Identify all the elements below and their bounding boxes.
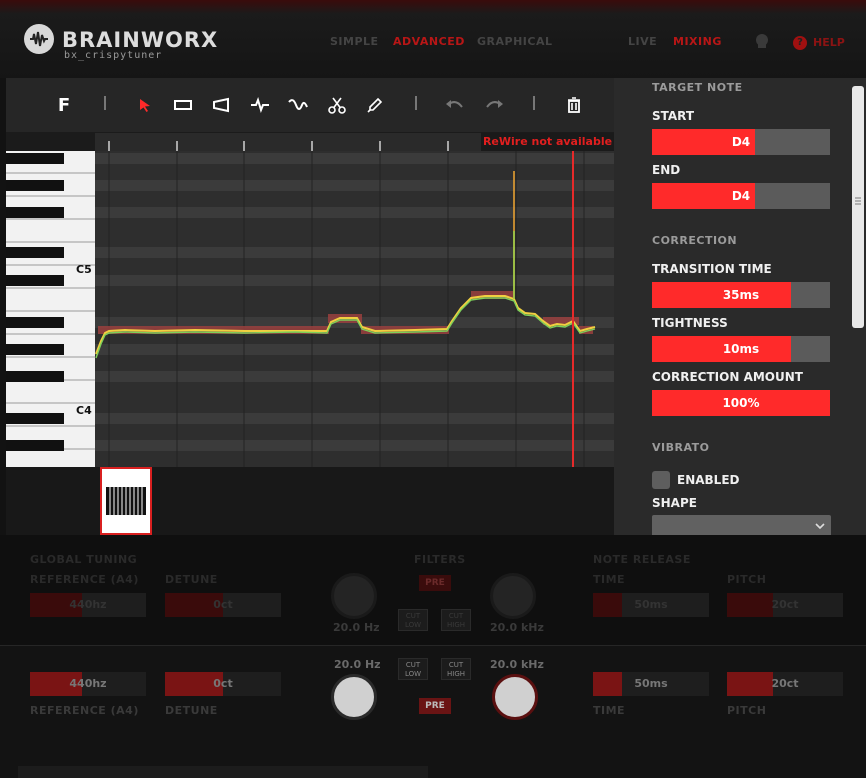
rectangle-icon[interactable] (170, 92, 196, 118)
reflect-detune-field: 0ct (165, 672, 281, 696)
target-note-title: TARGET NOTE (652, 81, 743, 94)
note-release-title: NOTE RELEASE (593, 553, 691, 566)
bottom-status-bar (18, 766, 428, 778)
reflect-reference-label: REFERENCE (A4) (30, 704, 139, 717)
play-mode-mixing-tab[interactable]: MIXING (673, 35, 722, 48)
toolbar-divider (415, 96, 417, 110)
release-time-field[interactable]: 50ms (593, 593, 709, 617)
pitch-curve-icon[interactable] (247, 92, 273, 118)
mode-simple-tab[interactable]: SIMPLE (330, 35, 379, 48)
reflect-pitch-label: PITCH (727, 704, 767, 717)
help-label[interactable]: HELP (813, 36, 845, 49)
cut-low-button[interactable]: CUT LOW (398, 609, 428, 631)
tightness-label: TIGHTNESS (652, 316, 728, 330)
piano-keyboard[interactable]: C5 C4 (6, 151, 95, 467)
reflect-time-label: TIME (593, 704, 626, 717)
mode-graphical-tab[interactable]: GRAPHICAL (477, 35, 552, 48)
end-label: END (652, 163, 681, 177)
vibrato-shape-select[interactable] (652, 515, 831, 537)
filters-title: FILTERS (414, 553, 466, 566)
start-note-value: D4 (731, 135, 751, 149)
reflect-high-cut-value: 20.0 kHz (490, 658, 544, 671)
time-label: TIME (593, 573, 626, 586)
pen-icon[interactable] (362, 92, 388, 118)
start-note-slider[interactable]: D4 (652, 129, 830, 155)
pitch-label: PITCH (727, 573, 767, 586)
app-header: BRAINWORX bx_crispytuner SIMPLE ADVANCED… (0, 0, 866, 78)
reflect-low-cut-knob (331, 674, 377, 720)
reflect-low-cut-value: 20.0 Hz (334, 658, 381, 671)
panel-scrollbar[interactable] (852, 86, 864, 328)
tightness-slider[interactable]: 10ms (652, 336, 830, 362)
high-cut-value: 20.0 kHz (490, 621, 544, 634)
vibrato-wave-icon[interactable] (285, 92, 311, 118)
pitch-editor: F ReWire not available C5 C4 (6, 78, 631, 535)
piano-label-c5: C5 (76, 263, 92, 276)
low-cut-value: 20.0 Hz (333, 621, 380, 634)
toolbar-divider (104, 96, 106, 110)
pitch-grid[interactable] (95, 151, 614, 467)
scissors-icon[interactable] (324, 92, 350, 118)
rewire-status: ReWire not available (481, 133, 614, 151)
redo-icon[interactable] (481, 92, 507, 118)
reflect-cut-high-button: CUT HIGH (441, 658, 471, 680)
editor-toolbar: F (6, 78, 614, 132)
follow-button[interactable]: F (51, 92, 77, 118)
reflect-release-time-field: 50ms (593, 672, 709, 696)
play-mode-live-tab[interactable]: LIVE (628, 35, 657, 48)
select-arrow-icon[interactable] (132, 92, 158, 118)
reflect-reference-field: 440hz (30, 672, 146, 696)
overview-viewport[interactable] (100, 467, 152, 535)
end-note-slider[interactable]: D4 (652, 183, 830, 209)
settings-dot-icon[interactable] (755, 33, 769, 49)
toolbar-divider (533, 96, 535, 110)
bottom-settings-dimmed: GLOBAL TUNING REFERENCE (A4) DETUNE 440h… (0, 535, 866, 778)
end-note-value: D4 (731, 189, 751, 203)
parameters-panel: TARGET NOTE START D4 END D4 CORRECTION T… (614, 78, 866, 537)
low-cut-knob[interactable] (331, 573, 377, 619)
overview-navigator[interactable] (6, 467, 614, 535)
vibrato-enabled-checkbox[interactable] (652, 471, 670, 489)
help-icon[interactable]: ? (793, 36, 807, 50)
correction-amount-label: CORRECTION AMOUNT (652, 370, 803, 384)
crispytuner-app: BRAINWORX bx_crispytuner SIMPLE ADVANCED… (0, 0, 866, 778)
transition-time-label: TRANSITION TIME (652, 262, 772, 276)
vibrato-enabled-label: ENABLED (677, 473, 740, 487)
shape-label: SHAPE (652, 496, 697, 510)
global-tuning-title: GLOBAL TUNING (30, 553, 138, 566)
correction-amount-slider[interactable]: 100% (652, 390, 830, 416)
detune-field[interactable]: 0ct (165, 593, 281, 617)
start-label: START (652, 109, 695, 123)
undo-icon[interactable] (442, 92, 468, 118)
piano-label-c4: C4 (76, 404, 92, 417)
app-title: BRAINWORX (62, 28, 219, 52)
mode-advanced-tab[interactable]: ADVANCED (393, 35, 465, 48)
correction-amount-value: 100% (722, 396, 760, 410)
reflect-detune-label: DETUNE (165, 704, 218, 717)
trash-icon[interactable] (561, 92, 587, 118)
chevron-down-icon (815, 523, 825, 530)
app-subtitle: bx_crispytuner (64, 50, 163, 61)
reflect-cut-low-button: CUT LOW (398, 658, 428, 680)
transition-time-slider[interactable]: 35ms (652, 282, 830, 308)
brainworx-logo-icon (24, 24, 54, 54)
transition-time-value: 35ms (722, 288, 760, 302)
reflect-pre-button: PRE (419, 698, 451, 714)
high-cut-knob[interactable] (490, 573, 536, 619)
release-pitch-field[interactable]: 20ct (727, 593, 843, 617)
reference-field[interactable]: 440hz (30, 593, 146, 617)
reflect-release-pitch-field: 20ct (727, 672, 843, 696)
detune-label: DETUNE (165, 573, 218, 586)
pre-button[interactable]: PRE (419, 575, 451, 591)
bottom-reflection: 440hz 0ct 20.0 Hz 20.0 kHz CUT LOW CUT H… (0, 645, 866, 778)
reference-label: REFERENCE (A4) (30, 573, 139, 586)
vibrato-title: VIBRATO (652, 441, 710, 454)
tightness-value: 10ms (722, 342, 760, 356)
reflect-high-cut-knob (492, 674, 538, 720)
correction-title: CORRECTION (652, 234, 738, 247)
cut-high-button[interactable]: CUT HIGH (441, 609, 471, 631)
ramp-icon[interactable] (208, 92, 234, 118)
